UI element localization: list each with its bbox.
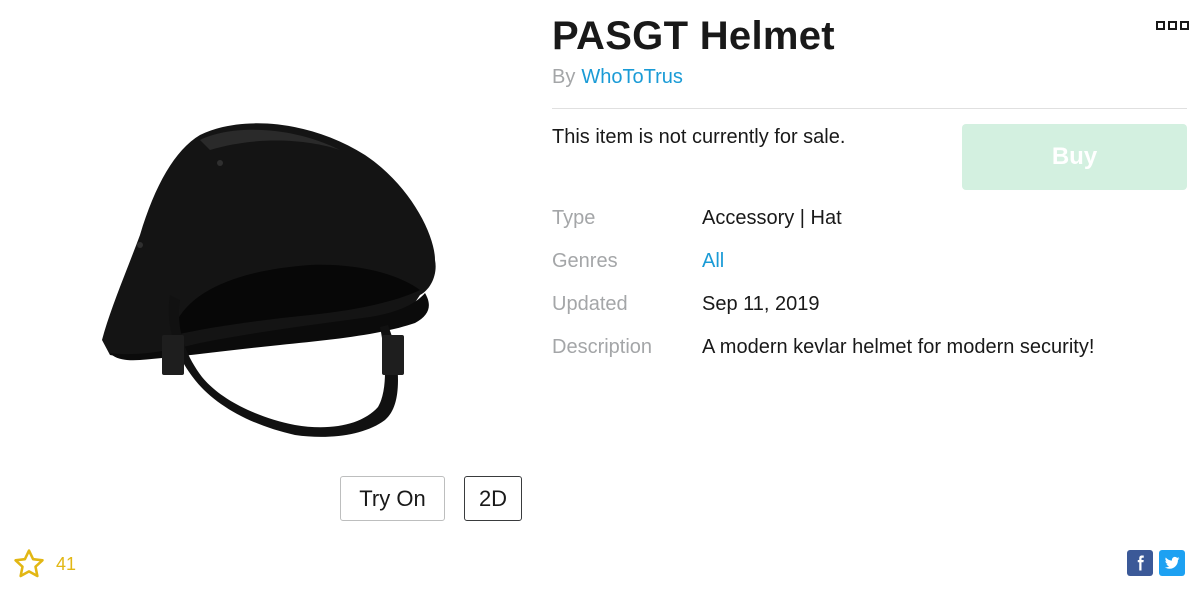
helmet-image (102, 123, 436, 437)
detail-label: Type (552, 207, 596, 229)
facebook-share-button[interactable] (1127, 550, 1153, 576)
favorite-count: 41 (56, 553, 77, 574)
twitter-icon (1163, 554, 1181, 572)
share-buttons (1127, 550, 1185, 576)
sale-status: This item is not currently for sale. (552, 126, 846, 148)
item-thumbnail (80, 95, 460, 455)
dot-icon (1156, 21, 1165, 30)
buy-button: Buy (962, 124, 1187, 190)
favorite-control[interactable]: 41 (12, 547, 76, 581)
detail-label: Genres (552, 250, 618, 272)
detail-value: A modern kevlar helmet for modern securi… (702, 336, 1095, 358)
detail-value: Accessory | Hat (702, 207, 842, 229)
dot-icon (1180, 21, 1189, 30)
detail-label: Description (552, 336, 653, 358)
byline: By WhoToTrus (552, 66, 683, 89)
star-outline-icon[interactable] (12, 547, 46, 581)
dot-icon (1168, 21, 1177, 30)
try-on-button[interactable]: Try On (340, 476, 445, 521)
toggle-2d-button[interactable]: 2D (464, 476, 522, 521)
twitter-share-button[interactable] (1159, 550, 1185, 576)
facebook-icon (1131, 554, 1149, 572)
detail-value: Sep 11, 2019 (702, 293, 820, 315)
creator-link[interactable]: WhoToTrus (581, 66, 683, 88)
item-title: PASGT Helmet (552, 14, 835, 58)
genre-link[interactable]: All (702, 250, 724, 273)
by-label: By (552, 66, 576, 88)
more-options-button[interactable] (1156, 21, 1189, 30)
divider (552, 108, 1187, 109)
detail-label: Updated (552, 293, 628, 315)
